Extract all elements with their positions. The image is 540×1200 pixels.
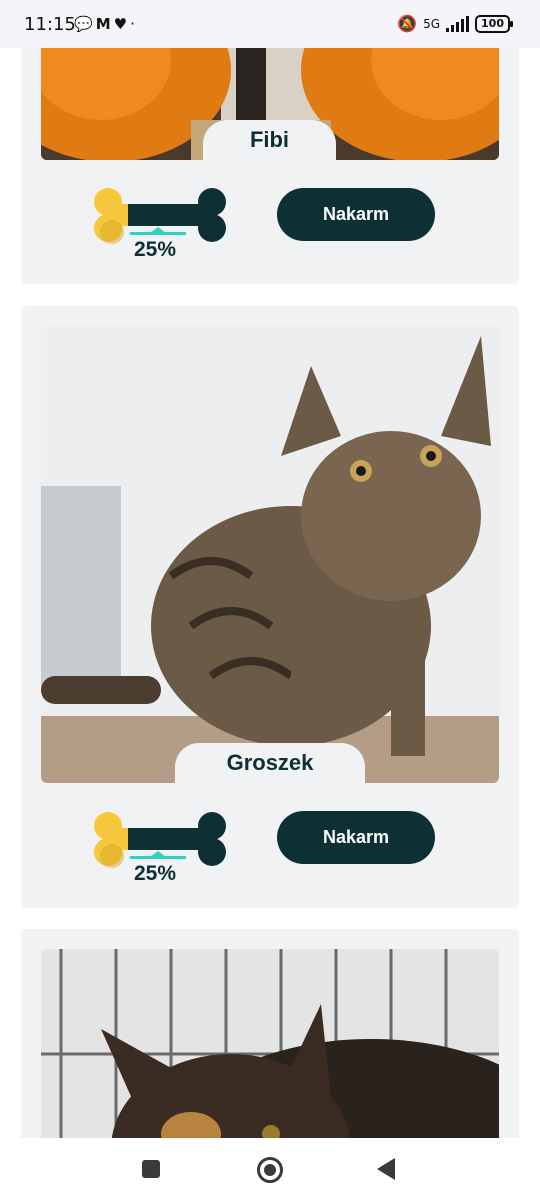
food-level-indicator: 25% <box>92 810 232 890</box>
mute-bell-icon: 🔕 <box>397 14 418 33</box>
cat-name: Groszek <box>226 750 314 775</box>
food-percent: 25% <box>134 862 177 885</box>
cat-feed-list[interactable]: Fibi 25% Nakarm Groszek 25% Nakarm <box>0 0 540 1138</box>
cat-photo-tabby <box>41 326 499 783</box>
notification-icons: 💬M♥· <box>74 15 138 33</box>
heart-icon: ♥ <box>113 15 131 33</box>
level-line <box>130 856 186 859</box>
battery-icon: 100 <box>475 14 513 33</box>
back-button[interactable] <box>377 1158 395 1180</box>
bone-icon <box>94 188 226 244</box>
system-nav-bar <box>0 1138 540 1200</box>
status-time: 11:15 <box>24 14 76 35</box>
food-level-indicator: 25% <box>92 186 232 266</box>
dot-icon: · <box>130 15 138 33</box>
chat-icon: 💬 <box>74 15 96 33</box>
network-label: 5G <box>423 16 441 31</box>
recents-button[interactable] <box>142 1160 160 1178</box>
cat-photo[interactable] <box>41 326 499 783</box>
cat-name-tab: Fibi <box>203 120 336 160</box>
mcdonalds-icon: M <box>95 15 114 33</box>
signal-icon <box>446 15 470 32</box>
status-right: 🔕 5G 100 <box>397 14 513 33</box>
bone-icon <box>94 812 226 868</box>
cat-photo-tortoiseshell <box>41 949 499 1138</box>
cat-name-tab: Groszek <box>175 743 365 783</box>
level-line <box>130 232 186 235</box>
cat-photo[interactable] <box>41 949 499 1138</box>
cat-card <box>21 929 519 1138</box>
cat-card: Groszek 25% Nakarm <box>21 306 519 908</box>
status-bar: 11:15 💬M♥· 🔕 5G 100 <box>0 0 540 48</box>
feed-button[interactable]: Nakarm <box>277 188 435 241</box>
feed-button[interactable]: Nakarm <box>277 811 435 864</box>
cat-name: Fibi <box>249 127 290 152</box>
home-button[interactable] <box>257 1157 283 1183</box>
food-percent: 25% <box>134 238 177 261</box>
